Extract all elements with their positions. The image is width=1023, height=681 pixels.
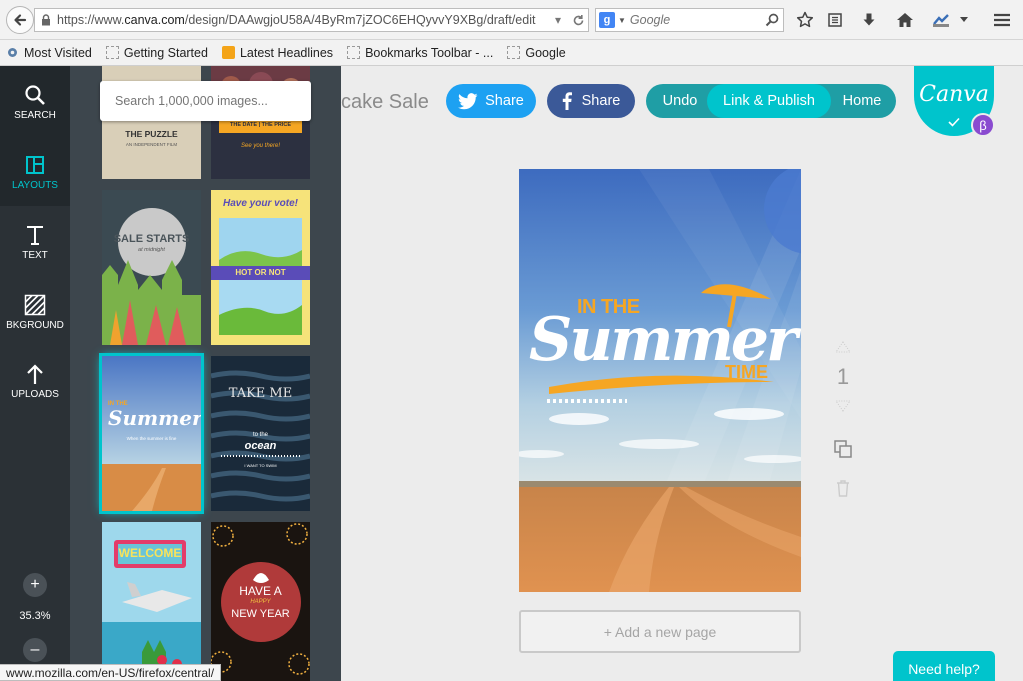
image-search-input[interactable] [100, 81, 311, 121]
sidebar-item-layouts[interactable]: LAYOUTS [0, 136, 70, 206]
page-icon [347, 46, 361, 59]
address-bar[interactable]: https://www.canva.com/design/DAAwgjoU58A… [34, 8, 589, 32]
page-up-icon[interactable] [831, 341, 855, 353]
add-page-button[interactable]: + Add a new page [519, 610, 801, 653]
layout-thumb-welcome[interactable]: WELCOME [102, 522, 201, 681]
sidebar-item-text[interactable]: TEXT [0, 206, 70, 276]
hot-or-not-text: HOT OR NOT [235, 268, 286, 277]
vote-title: Have your vote! [222, 198, 299, 209]
ocean-line3: ocean [244, 440, 277, 452]
bookmark-latest-headlines[interactable]: Latest Headlines [221, 46, 333, 60]
editor-sidebar: SEARCH LAYOUTS TEXT BKGROUND UPLOADS + 3… [0, 66, 70, 681]
rss-icon [221, 46, 235, 59]
dropdown-arrow-icon[interactable]: ▾ [548, 13, 568, 27]
layout-thumb-new-year[interactable]: HAVE A HAPPY NEW YEAR [211, 522, 310, 681]
lock-icon [35, 14, 57, 26]
layouts-panel: THE PUZZLE AN INDEPENDENT FILM THE DATE … [70, 66, 341, 681]
reload-icon[interactable] [568, 14, 588, 27]
ocean-line2: to the [252, 432, 268, 438]
link-publish-button[interactable]: Link & Publish [707, 84, 831, 118]
editor-canvas-area: cake Sale Share Share Undo Link & Publis… [341, 66, 1023, 681]
summer-thumb-line3: When the summer is fine [126, 436, 177, 441]
puzzle-title: THE PUZZLE [125, 129, 178, 139]
layouts-icon [25, 152, 45, 178]
engine-dropdown-icon[interactable]: ▼ [618, 16, 626, 25]
search-input[interactable] [629, 13, 761, 27]
bookmark-google[interactable]: Google [507, 46, 566, 60]
menu-icon[interactable] [991, 9, 1013, 31]
reading-list-icon[interactable] [824, 9, 846, 31]
need-help-button[interactable]: Need help? [893, 651, 995, 681]
status-url: www.mozilla.com/en-US/firefox/central/ [6, 665, 215, 680]
gear-icon [6, 46, 19, 59]
status-bar: www.mozilla.com/en-US/firefox/central/ [0, 664, 222, 681]
text-icon [25, 222, 45, 248]
document-title[interactable]: cake Sale [341, 91, 429, 114]
page-icon [105, 46, 119, 59]
search-icon [24, 82, 46, 108]
zoom-out-button[interactable]: – [23, 638, 47, 662]
bookmarks-bar: Most Visited Getting Started Latest Head… [0, 40, 1023, 66]
design-page[interactable]: IN THE Summer TIME [519, 169, 801, 592]
search-bar[interactable]: g ▼ [595, 8, 784, 32]
home-button[interactable]: Home [831, 84, 893, 118]
event-date-text: THE DATE | THE PRICE [229, 122, 292, 128]
action-button-group: Undo Link & Publish Home [646, 84, 896, 118]
design-line3[interactable]: TIME [725, 362, 768, 383]
bookmark-most-visited[interactable]: Most Visited [6, 46, 92, 60]
facebook-share-button[interactable]: Share [547, 84, 635, 118]
upload-icon [25, 361, 45, 387]
facebook-share-label: Share [581, 93, 621, 109]
sale-subtitle: at midnight [138, 247, 165, 253]
layout-thumb-summer[interactable]: IN THE Summer When the summer is fine [99, 353, 204, 514]
bookmark-star-icon[interactable] [794, 9, 816, 31]
summer-thumb-line2: Summer [108, 406, 201, 430]
sidebar-item-uploads[interactable]: UPLOADS [0, 345, 70, 415]
check-icon [948, 117, 960, 127]
browser-toolbar: https://www.canva.com/design/DAAwgjoU58A… [0, 0, 1023, 40]
google-icon: g [599, 12, 615, 28]
facebook-icon [562, 92, 572, 110]
back-arrow-icon [14, 14, 27, 26]
bookmark-toolbar-folder[interactable]: Bookmarks Toolbar - ... [347, 46, 493, 60]
layout-thumb-sale[interactable]: SALE STARTS at midnight [102, 190, 201, 345]
event-sub-text: See you there! [240, 143, 281, 149]
welcome-text: WELCOME [118, 546, 182, 560]
url-text: https://www.canva.com/design/DAAwgjoU58A… [57, 13, 536, 27]
app-window: https://www.canva.com/design/DAAwgjoU58A… [0, 0, 1023, 681]
new-year-line3: NEW YEAR [231, 608, 290, 620]
puzzle-subtitle: AN INDEPENDENT FILM [125, 142, 178, 147]
new-year-line1: HAVE A [239, 584, 282, 598]
sale-art [102, 208, 201, 345]
page-number: 1 [836, 364, 850, 389]
summer-thumb-art [102, 356, 201, 511]
background-icon [24, 292, 46, 318]
twitter-share-label: Share [485, 93, 524, 109]
sidebar-item-search[interactable]: SEARCH [0, 66, 70, 136]
search-icon[interactable] [761, 13, 783, 27]
new-year-line2: HAPPY [250, 599, 271, 605]
delete-page-icon[interactable] [831, 479, 855, 497]
undo-button[interactable]: Undo [646, 84, 714, 118]
twitter-share-button[interactable]: Share [446, 84, 536, 118]
download-icon[interactable] [858, 9, 880, 31]
sidebar-item-background[interactable]: BKGROUND [0, 276, 70, 346]
sale-title: SALE STARTS [113, 233, 190, 245]
layout-thumb-ocean[interactable]: TAKE ME to the ocean I WANT TO SWIM [211, 356, 310, 511]
page-down-icon[interactable] [831, 400, 855, 412]
page-icon [507, 46, 521, 59]
extension-icon[interactable] [930, 9, 952, 31]
duplicate-page-icon[interactable] [831, 439, 855, 459]
zoom-in-button[interactable]: + [23, 573, 47, 597]
twitter-icon [458, 92, 478, 109]
ocean-line4: I WANT TO SWIM [244, 463, 277, 468]
layout-thumb-vote[interactable]: Have your vote! HOT OR NOT [211, 190, 310, 345]
extension-dropdown-icon[interactable] [957, 9, 971, 31]
ocean-line1: TAKE ME [228, 386, 293, 401]
beta-badge: β [971, 113, 995, 137]
zoom-level: 35.3% [19, 610, 51, 622]
bookmark-getting-started[interactable]: Getting Started [105, 46, 208, 60]
home-icon[interactable] [894, 9, 916, 31]
back-button[interactable] [6, 6, 34, 34]
